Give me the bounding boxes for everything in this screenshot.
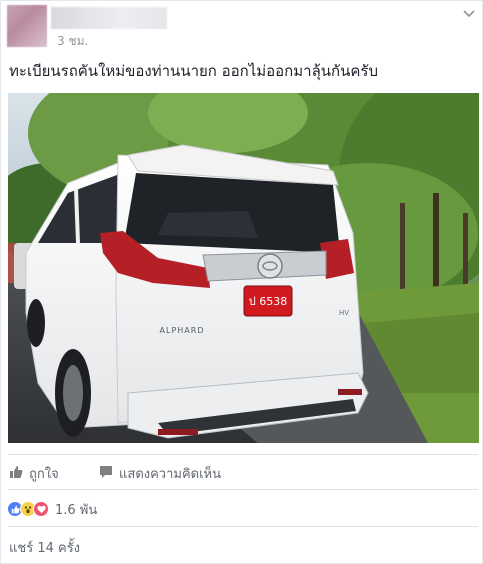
author-avatar[interactable] — [7, 5, 47, 47]
model-badge: ALPHARD — [160, 326, 205, 335]
like-button[interactable]: ถูกใจ — [9, 463, 59, 484]
author-name-redacted[interactable] — [51, 7, 167, 29]
comment-button[interactable]: แสดงความคิดเห็น — [99, 463, 221, 484]
post-timestamp[interactable]: 3 ชม. — [57, 32, 88, 51]
divider-top — [8, 454, 478, 455]
post-header: 3 ชม. — [1, 1, 483, 53]
comment-label: แสดงความคิดเห็น — [119, 467, 222, 482]
reactions-summary[interactable]: 1.6 พัน — [7, 499, 97, 519]
share-count[interactable]: แชร์ 14 ครั้ง — [9, 537, 80, 558]
divider-bottom — [8, 526, 478, 527]
post-photo[interactable]: ป 6538 ALPHARD HV — [8, 93, 479, 443]
love-icon — [33, 501, 49, 517]
post-card: 3 ชม. ทะเบียนรถคันใหม่ของท่านนายก ออกไม่… — [0, 0, 483, 564]
thumbs-up-icon — [9, 465, 23, 483]
comment-icon — [99, 465, 113, 483]
divider-mid — [8, 489, 478, 490]
reaction-count: 1.6 พัน — [55, 502, 98, 518]
license-plate: ป 6538 — [249, 295, 287, 308]
post-text: ทะเบียนรถคันใหม่ของท่านนายก ออกไม่ออกมาล… — [9, 62, 378, 80]
svg-text:HV: HV — [339, 309, 349, 317]
like-label: ถูกใจ — [29, 467, 59, 482]
chevron-down-icon[interactable] — [462, 7, 476, 21]
post-actions: ถูกใจ แสดงความคิดเห็น — [1, 457, 483, 487]
